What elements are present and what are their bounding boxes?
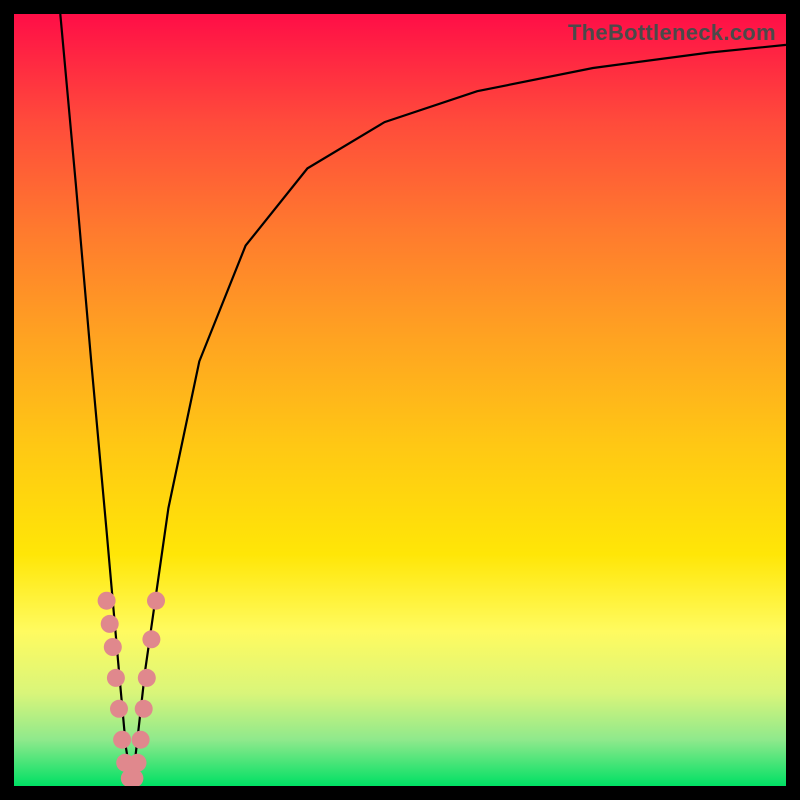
data-dot — [132, 731, 150, 749]
data-dot — [147, 592, 165, 610]
data-dot — [104, 638, 122, 656]
data-dots-group — [98, 592, 165, 786]
chart-svg — [14, 14, 786, 786]
data-dot — [98, 592, 116, 610]
data-dot — [107, 669, 125, 687]
curve-right-branch — [132, 45, 786, 786]
data-dot — [110, 700, 128, 718]
data-dot — [113, 731, 131, 749]
chart-plot-area: TheBottleneck.com — [14, 14, 786, 786]
chart-frame: TheBottleneck.com — [0, 0, 800, 800]
data-dot — [142, 630, 160, 648]
data-dot — [135, 700, 153, 718]
data-dot — [101, 615, 119, 633]
watermark-text: TheBottleneck.com — [568, 20, 776, 46]
data-dot — [129, 754, 147, 772]
curve-left-branch — [60, 14, 132, 786]
data-dot — [138, 669, 156, 687]
